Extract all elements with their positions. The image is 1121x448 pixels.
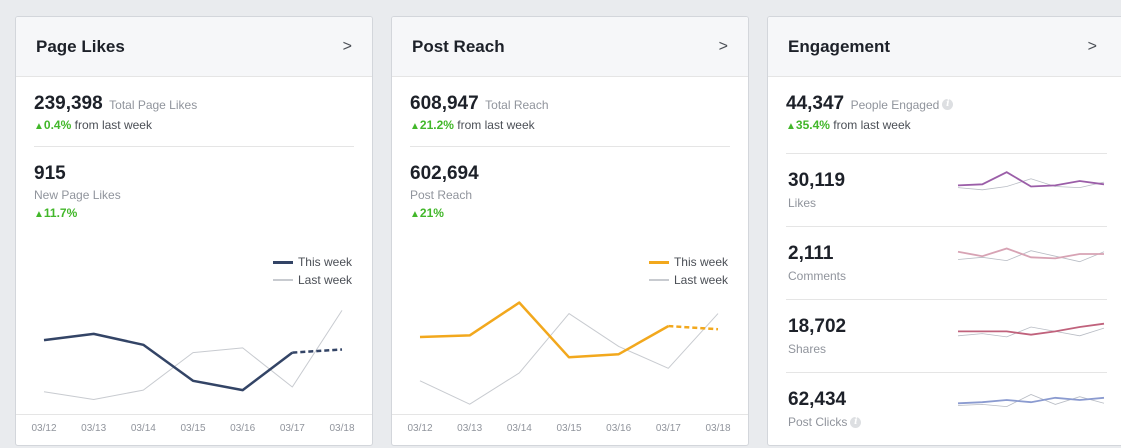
legend-this-week: This week xyxy=(648,253,728,271)
post-clicks-sparkline xyxy=(957,394,1105,408)
delta-suffix: from last week xyxy=(833,118,911,132)
x-tick-label: 03/16 xyxy=(606,423,632,434)
total-reach-value: 608,947 xyxy=(410,93,479,114)
series-line xyxy=(419,301,669,359)
this-week-series xyxy=(419,301,719,359)
x-tick-label: 03/12 xyxy=(31,423,57,434)
series-line xyxy=(419,313,719,405)
arrow-up-icon: ▲ xyxy=(410,121,420,132)
post-reach-header[interactable]: Post Reach > xyxy=(392,17,748,77)
engagement-header[interactable]: Engagement > xyxy=(768,17,1121,77)
x-tick-label: 03/13 xyxy=(457,423,483,434)
x-tick-label: 03/14 xyxy=(130,423,156,434)
shares-value: 18,702 xyxy=(788,316,847,337)
info-icon[interactable]: i xyxy=(942,99,954,111)
engagement-row-post-clicks[interactable]: 62,434 Post Clicks i xyxy=(786,373,1121,445)
x-axis: 03/12 03/13 03/14 03/15 03/16 03/17 03/18 xyxy=(16,414,372,445)
delta-percent: 0.4% xyxy=(43,118,72,132)
chart-legend: This week Last week xyxy=(648,253,728,289)
comments-sparkline xyxy=(957,247,1105,263)
engagement-row-comments[interactable]: 2,111 Comments xyxy=(786,227,1121,299)
x-tick-label: 03/18 xyxy=(329,423,355,434)
arrow-up-icon: ▲ xyxy=(34,121,44,132)
likes-value: 30,119 xyxy=(788,170,846,191)
total-page-likes-value: 239,398 xyxy=(34,93,103,114)
chevron-right-icon[interactable]: > xyxy=(343,38,352,56)
arrow-up-icon: ▲ xyxy=(786,121,796,132)
x-tick-label: 03/18 xyxy=(705,423,731,434)
shares-sparkline xyxy=(957,322,1105,338)
post-reach-card: Post Reach > 608,947 Total Reach ▲21.2% … xyxy=(391,16,749,446)
likes-label: Likes xyxy=(788,196,817,210)
x-tick-label: 03/13 xyxy=(81,423,107,434)
x-tick-label: 03/16 xyxy=(230,423,256,434)
last-week-series xyxy=(43,310,343,400)
total-page-likes-label: Total Page Likes xyxy=(109,98,198,112)
sparkline-this-week xyxy=(957,171,1105,188)
card-title: Page Likes xyxy=(36,36,125,56)
series-line xyxy=(43,310,343,400)
x-tick-label: 03/15 xyxy=(180,423,206,434)
page-likes-chart xyxy=(43,310,343,400)
x-tick-label: 03/14 xyxy=(506,423,532,434)
likes-sparkline xyxy=(957,171,1105,191)
x-tick-label: 03/17 xyxy=(655,423,681,434)
delta-suffix: from last week xyxy=(457,118,535,132)
delta-suffix: from last week xyxy=(74,118,152,132)
x-tick-label: 03/15 xyxy=(556,423,582,434)
new-page-likes-value: 915 xyxy=(34,163,66,184)
new-page-likes-label: New Page Likes xyxy=(34,188,121,202)
people-engaged-value: 44,347 xyxy=(786,93,845,114)
sparkline-this-week xyxy=(957,247,1104,260)
sparkline-this-week xyxy=(958,322,1105,336)
post-reach-value: 602,694 xyxy=(410,163,479,184)
series-projection xyxy=(292,348,343,354)
engagement-row-likes[interactable]: 30,119 Likes xyxy=(786,154,1121,226)
this-week-series xyxy=(43,332,343,392)
chevron-right-icon[interactable]: > xyxy=(1088,38,1097,56)
delta-percent: 35.4% xyxy=(795,118,830,132)
comments-value: 2,111 xyxy=(788,243,834,264)
comments-label: Comments xyxy=(788,269,847,283)
x-axis: 03/12 03/13 03/14 03/15 03/16 03/17 03/18 xyxy=(392,414,748,445)
page-likes-header[interactable]: Page Likes > xyxy=(16,17,372,77)
info-icon[interactable]: i xyxy=(850,417,862,429)
engagement-row-shares[interactable]: 18,702 Shares xyxy=(786,300,1121,372)
page-likes-card: Page Likes > 239,398 Total Page Likes ▲0… xyxy=(15,16,373,446)
series-projection xyxy=(668,324,719,331)
series-line xyxy=(43,332,294,392)
sparkline-this-week xyxy=(957,396,1105,405)
engagement-card: Engagement > 44,347 People Engaged i ▲35.… xyxy=(767,16,1121,446)
chart-legend: This week Last week xyxy=(272,253,352,289)
metric-delta: 21% xyxy=(419,206,444,220)
post-reach-label: Post Reach xyxy=(410,188,473,202)
legend-this-week: This week xyxy=(272,253,352,271)
people-engaged-label: People Engaged xyxy=(850,98,940,112)
post-clicks-label: Post Clicks i xyxy=(788,415,862,429)
x-tick-label: 03/17 xyxy=(279,423,305,434)
shares-label: Shares xyxy=(788,342,827,356)
total-reach-label: Total Reach xyxy=(485,98,549,112)
x-tick-label: 03/12 xyxy=(407,423,433,434)
card-title: Post Reach xyxy=(412,36,505,56)
last-week-series xyxy=(419,313,719,405)
arrow-up-icon: ▲ xyxy=(34,209,44,220)
chevron-right-icon[interactable]: > xyxy=(719,38,728,56)
post-reach-chart xyxy=(419,301,719,405)
card-title: Engagement xyxy=(788,36,891,56)
delta-percent: 21.2% xyxy=(419,118,454,132)
post-clicks-value: 62,434 xyxy=(788,389,847,410)
arrow-up-icon: ▲ xyxy=(410,209,420,220)
metric-delta: 11.7% xyxy=(43,206,78,220)
